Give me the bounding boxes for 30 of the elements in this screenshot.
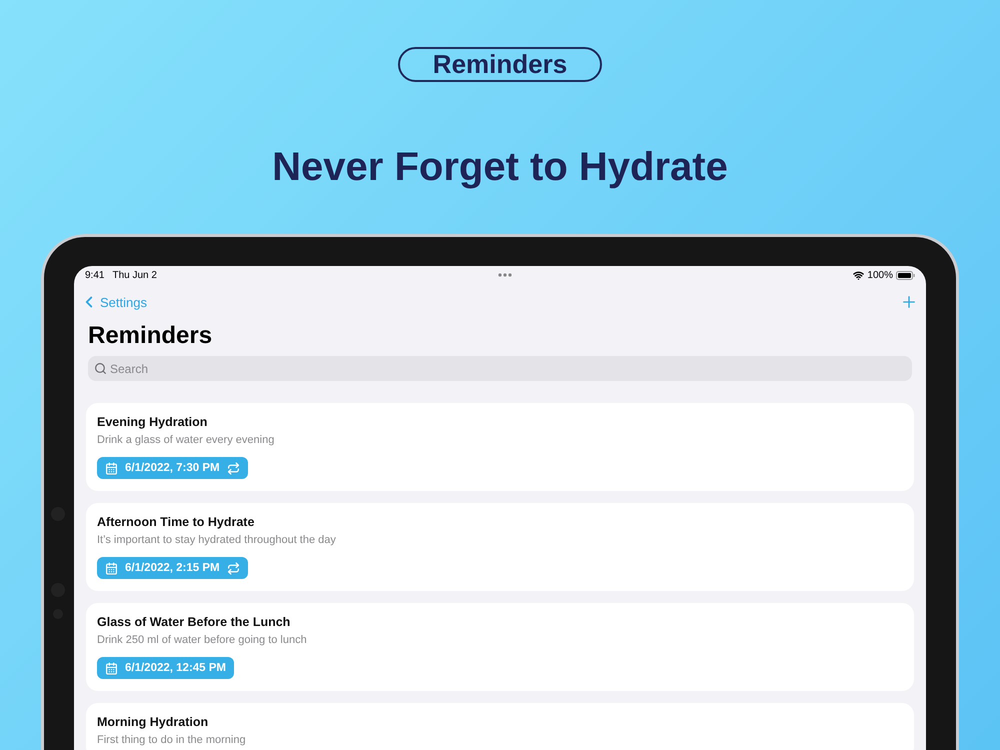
battery-percent: 100% <box>867 270 893 280</box>
reminder-date: 6/1/2022, 2:15 PM <box>125 562 220 574</box>
calendar-icon <box>105 462 118 474</box>
reminder-card[interactable]: Morning Hydration First thing to do in the morning <box>86 703 914 750</box>
reminder-note: It’s important to stay hydrated throughout the day <box>97 533 336 547</box>
reminder-date: 6/1/2022, 7:30 PM <box>125 462 220 474</box>
reminder-card[interactable]: Afternoon Time to Hydrate It’s important to stay hydrated throughout the day 6/1/2022, 2:15 PM <box>86 503 914 591</box>
reminder-note: Drink 250 ml of water before going to lunch <box>97 633 307 647</box>
battery-icon <box>896 270 915 280</box>
search-icon <box>94 362 107 375</box>
status-date: Thu Jun 2 <box>112 270 157 280</box>
calendar-icon <box>105 562 118 574</box>
reminder-title: Afternoon Time to Hydrate <box>97 514 254 530</box>
headline: Never Forget to Hydrate <box>272 144 728 190</box>
more-icon <box>498 273 512 277</box>
calendar-icon <box>105 662 118 674</box>
reminder-note: Drink a glass of water every evening <box>97 433 274 447</box>
reminder-title: Glass of Water Before the Lunch <box>97 614 290 630</box>
add-button[interactable] <box>900 293 918 311</box>
wifi-icon <box>853 270 864 280</box>
status-time: 9:41 <box>85 270 104 280</box>
reminder-date: 6/1/2022, 12:45 PM <box>125 662 226 674</box>
page-title: Reminders <box>88 321 214 351</box>
search-field[interactable]: Search <box>88 356 912 381</box>
reminder-note: First thing to do in the morning <box>97 733 246 747</box>
reminder-card[interactable]: Evening Hydration Drink a glass of water every evening 6/1/2022, 7:30 PM <box>86 403 914 491</box>
reminder-title: Morning Hydration <box>97 714 208 730</box>
reminder-title: Evening Hydration <box>97 414 208 430</box>
title-badge: Reminders <box>398 47 602 82</box>
reminder-card[interactable]: Glass of Water Before the Lunch Drink 250 ml of water before going to lunch 6/1/2022, 12:45 PM <box>86 603 914 691</box>
